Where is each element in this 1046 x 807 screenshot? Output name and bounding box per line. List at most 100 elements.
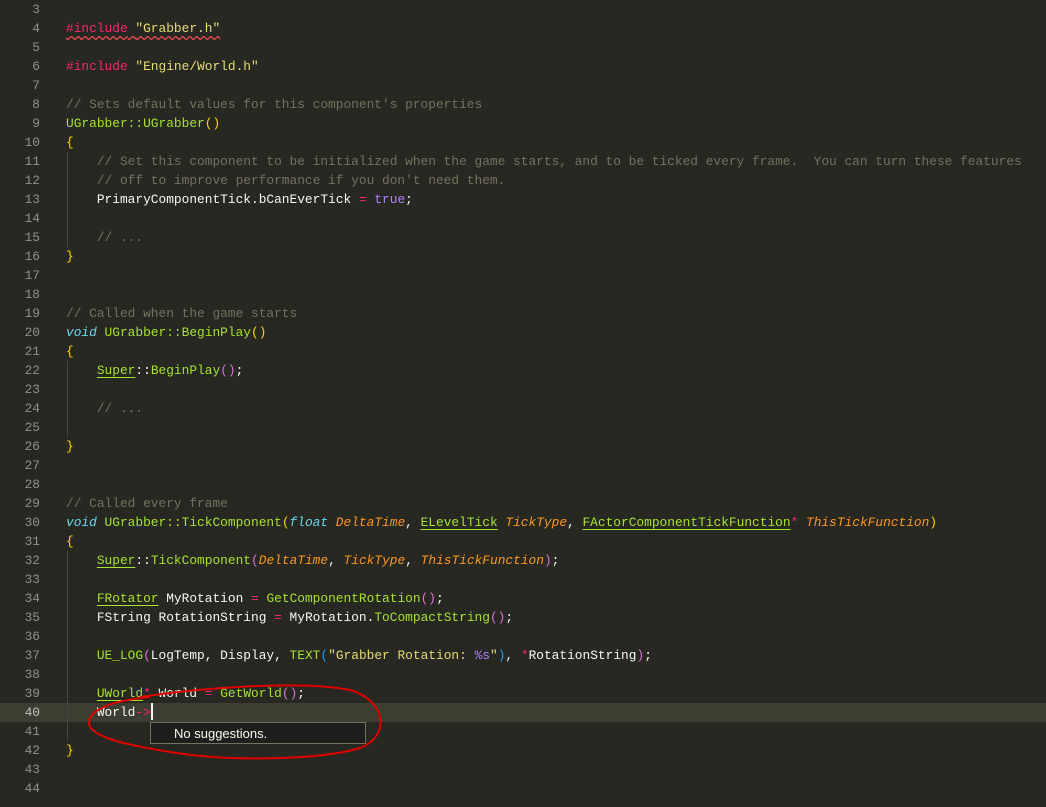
code-text: #include "Grabber.h" [66, 19, 220, 38]
code-line[interactable]: 3 [0, 0, 1046, 19]
code-line[interactable]: 26} [0, 437, 1046, 456]
code-token: TickType [497, 515, 568, 530]
line-number: 32 [24, 553, 40, 568]
code-token: ) [543, 553, 552, 568]
code-text: #include "Engine/World.h" [66, 57, 259, 76]
code-token: ; [405, 192, 413, 207]
code-token: UGrabber::TickComponent [96, 515, 282, 530]
code-token: ELevelTick [420, 515, 498, 530]
code-line[interactable]: 13 PrimaryComponentTick.bCanEverTick = t… [0, 190, 1046, 209]
code-token: , [405, 553, 421, 568]
code-text: // Sets default values for this componen… [66, 95, 482, 114]
code-token: // Set this component to be initialized … [66, 154, 1022, 169]
code-text: // off to improve performance if you don… [66, 171, 506, 190]
code-line[interactable]: 12 // off to improve performance if you … [0, 171, 1046, 190]
code-token: UE_LOG [66, 648, 144, 663]
code-line[interactable]: 29 // Called every frame [0, 494, 1046, 513]
line-number: 23 [24, 382, 40, 397]
code-token: DeltaTime [328, 515, 406, 530]
code-token: LogTemp, Display, [150, 648, 290, 663]
line-number: 33 [24, 572, 40, 587]
code-line[interactable]: 14 [0, 209, 1046, 228]
code-line[interactable]: 30 void UGrabber::TickComponent(float Del… [0, 513, 1046, 532]
code-token: , [505, 648, 521, 663]
line-number: 39 [24, 686, 40, 701]
code-token: ; [235, 363, 244, 378]
code-line[interactable]: 19 // Called when the game starts [0, 304, 1046, 323]
code-token: #include [66, 59, 128, 74]
code-token: { [66, 135, 74, 150]
line-number: 15 [24, 230, 40, 245]
code-line[interactable]: 38 [0, 665, 1046, 684]
code-token: , [567, 515, 583, 530]
code-line[interactable]: 31 { [0, 532, 1046, 551]
code-line[interactable]: 6 #include "Engine/World.h" [0, 57, 1046, 76]
line-number: 4 [32, 21, 40, 36]
code-line[interactable]: 15 // ... [0, 228, 1046, 247]
line-number: 17 [24, 268, 40, 283]
code-text: World-> [66, 703, 153, 722]
code-line[interactable]: 7 [0, 76, 1046, 95]
code-line[interactable]: 40 World-> [0, 703, 1046, 722]
code-line[interactable]: 35 FString RotationString = MyRotation.T… [0, 608, 1046, 627]
code-line[interactable]: 33 [0, 570, 1046, 589]
code-editor[interactable]: 3 4 #include "Grabber.h" 5 6 #include "Engine… [0, 0, 1046, 798]
code-line[interactable]: 39 UWorld* World = GetWorld(); [0, 684, 1046, 703]
code-line[interactable]: 21 { [0, 342, 1046, 361]
code-text: // Set this component to be initialized … [66, 152, 1022, 171]
line-number: 40 [24, 705, 40, 720]
code-token: MyRotation. [281, 610, 375, 625]
line-number: 14 [24, 211, 40, 226]
line-number: 7 [32, 78, 40, 93]
code-line[interactable]: 10 { [0, 133, 1046, 152]
code-line[interactable]: 16} [0, 247, 1046, 266]
code-line[interactable]: 22 Super::BeginPlay(); [0, 361, 1046, 380]
code-line[interactable]: 24 // ... [0, 399, 1046, 418]
code-line[interactable]: 8 // Sets default values for this compone… [0, 95, 1046, 114]
code-token: MyRotation [158, 591, 252, 606]
code-token: float [289, 515, 329, 530]
code-line[interactable]: 37 UE_LOG(LogTemp, Display, TEXT("Grabbe… [0, 646, 1046, 665]
code-line[interactable]: 18 [0, 285, 1046, 304]
code-line[interactable]: 25 [0, 418, 1046, 437]
line-number: 36 [24, 629, 40, 644]
code-line[interactable]: 36 [0, 627, 1046, 646]
line-number: 3 [32, 2, 40, 17]
code-token: } [66, 439, 74, 454]
code-token: GetWorld [212, 686, 282, 701]
code-text: void UGrabber::TickComponent(float Delta… [66, 513, 937, 532]
code-token: ) [929, 515, 938, 530]
code-line[interactable]: 32 Super::TickComponent(DeltaTime, TickT… [0, 551, 1046, 570]
code-token: FRotator [96, 591, 159, 606]
line-number: 9 [32, 116, 40, 131]
code-token: " [489, 648, 498, 663]
line-number: 41 [24, 724, 40, 739]
code-token: ; [644, 648, 652, 663]
code-token: GetComponentRotation [258, 591, 421, 606]
code-token: = [274, 610, 282, 625]
code-text: FString RotationString = MyRotation.ToCo… [66, 608, 513, 627]
code-line[interactable]: 23 [0, 380, 1046, 399]
code-line[interactable]: 28 [0, 475, 1046, 494]
code-line[interactable]: 9 UGrabber::UGrabber() [0, 114, 1046, 133]
code-line[interactable]: 17 [0, 266, 1046, 285]
code-line[interactable]: 11 // Set this component to be initializ… [0, 152, 1046, 171]
code-line[interactable]: 5 [0, 38, 1046, 57]
code-token: DeltaTime [258, 553, 329, 568]
code-token: BeginPlay [150, 363, 221, 378]
line-number: 26 [24, 439, 40, 454]
line-number: 31 [24, 534, 40, 549]
code-line[interactable]: 27 [0, 456, 1046, 475]
code-line[interactable]: 43 [0, 760, 1046, 779]
code-text: UWorld* World = GetWorld(); [66, 684, 305, 703]
code-token: // ... [66, 401, 144, 416]
indent-guide [67, 380, 68, 399]
code-token: "Engine/World.h" [127, 59, 259, 74]
code-line[interactable]: 20 void UGrabber::BeginPlay() [0, 323, 1046, 342]
code-line[interactable]: 34 FRotator MyRotation = GetComponentRot… [0, 589, 1046, 608]
code-line[interactable]: 4 #include "Grabber.h" [0, 19, 1046, 38]
indent-guide [67, 627, 68, 646]
code-line[interactable]: 44 [0, 779, 1046, 798]
